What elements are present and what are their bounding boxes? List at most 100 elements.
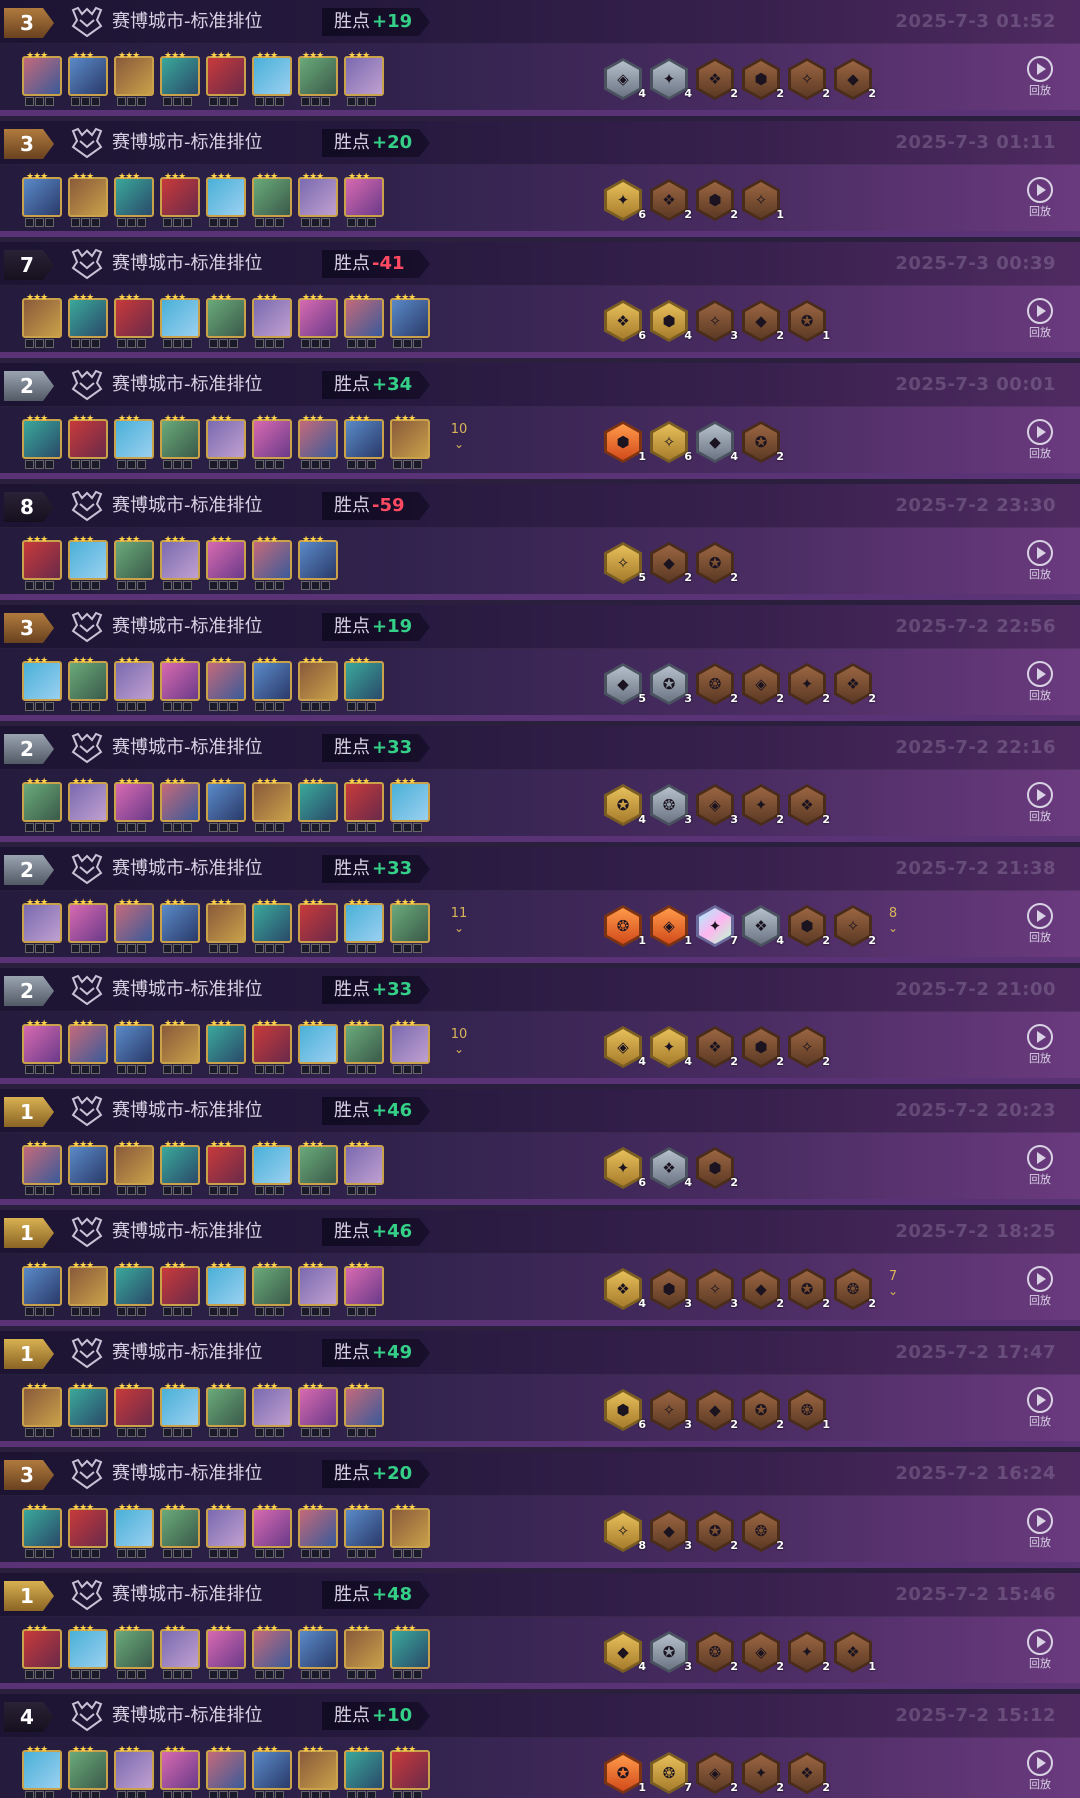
trait-badge[interactable]: ❖ 1 — [834, 1631, 876, 1675]
trait-badge[interactable]: ◆ 2 — [742, 300, 784, 344]
champion-portrait[interactable]: ★★★ — [206, 535, 246, 590]
trait-badge[interactable]: ✦ 7 — [696, 905, 738, 949]
champion-portrait[interactable]: ★★★ — [22, 898, 62, 953]
champion-portrait[interactable]: ★★★ — [390, 1019, 430, 1074]
champion-portrait[interactable]: ★★★ — [114, 656, 154, 711]
champion-portrait[interactable]: ★★★ — [160, 293, 200, 348]
champion-portrait[interactable]: ★★★ — [298, 898, 338, 953]
champion-portrait[interactable]: ★★★ — [68, 1019, 108, 1074]
champion-portrait[interactable]: ★★★ — [252, 1261, 292, 1316]
champion-portrait[interactable]: ★★★ — [344, 656, 384, 711]
trait-badge[interactable]: ✪ 2 — [788, 1268, 830, 1312]
champion-portrait[interactable]: ★★★ — [68, 51, 108, 106]
champion-portrait[interactable]: ★★★ — [390, 898, 430, 953]
champion-portrait[interactable]: ★★★ — [344, 293, 384, 348]
trait-badge[interactable]: ✪ 2 — [742, 1389, 784, 1433]
trait-badge[interactable]: ❖ 4 — [742, 905, 784, 949]
champion-portrait[interactable]: ★★★ — [22, 1019, 62, 1074]
champion-portrait[interactable]: ★★★ — [68, 535, 108, 590]
trait-badge[interactable]: ✦ 4 — [650, 58, 692, 102]
trait-badge[interactable]: ✪ 2 — [696, 1510, 738, 1554]
champion-portrait[interactable]: ★★★ — [252, 1503, 292, 1558]
trait-badge[interactable]: ❂ 2 — [696, 1631, 738, 1675]
champion-portrait[interactable]: ★★★ — [252, 1745, 292, 1798]
trait-badge[interactable]: ✧ 3 — [696, 300, 738, 344]
replay-button[interactable]: 回放 — [1022, 782, 1058, 828]
champion-portrait[interactable]: ★★★ — [344, 51, 384, 106]
champion-portrait[interactable]: ★★★ — [206, 1624, 246, 1679]
champion-portrait[interactable]: ★★★ — [344, 777, 384, 832]
trait-badge[interactable]: ❂ 2 — [742, 1510, 784, 1554]
champion-portrait[interactable]: ★★★ — [298, 656, 338, 711]
champion-portrait[interactable]: ★★★ — [298, 1382, 338, 1437]
trait-badge[interactable]: ◆ 2 — [742, 1268, 784, 1312]
champion-portrait[interactable]: ★★★ — [390, 777, 430, 832]
extra-units-expand[interactable]: 10 ⌄ — [444, 1028, 474, 1057]
replay-button[interactable]: 回放 — [1022, 419, 1058, 465]
champion-portrait[interactable]: ★★★ — [390, 414, 430, 469]
trait-badge[interactable]: ◈ 4 — [604, 58, 646, 102]
trait-badge[interactable]: ⬢ 4 — [650, 300, 692, 344]
trait-badge[interactable]: ⬢ 1 — [604, 421, 646, 465]
champion-portrait[interactable]: ★★★ — [206, 1261, 246, 1316]
trait-badge[interactable]: ✦ 2 — [788, 1631, 830, 1675]
replay-button[interactable]: 回放 — [1022, 1750, 1058, 1796]
champion-portrait[interactable]: ★★★ — [160, 1140, 200, 1195]
champion-portrait[interactable]: ★★★ — [114, 1261, 154, 1316]
match-row[interactable]: 1 赛博城市-标准排位 胜点 +48 2025-7-2 15:46 ★★★ ★★★ ★★★ ★★… — [0, 1573, 1080, 1689]
champion-portrait[interactable]: ★★★ — [160, 777, 200, 832]
trait-badge[interactable]: ✧ 1 — [742, 179, 784, 223]
champion-portrait[interactable]: ★★★ — [252, 1624, 292, 1679]
champion-portrait[interactable]: ★★★ — [68, 1745, 108, 1798]
trait-badge[interactable]: ◆ 2 — [650, 542, 692, 586]
champion-portrait[interactable]: ★★★ — [206, 1503, 246, 1558]
champion-portrait[interactable]: ★★★ — [114, 1140, 154, 1195]
champion-portrait[interactable]: ★★★ — [298, 1019, 338, 1074]
trait-badge[interactable]: ❖ 2 — [788, 1752, 830, 1796]
trait-badge[interactable]: ❂ 1 — [788, 1389, 830, 1433]
trait-badge[interactable]: ◈ 3 — [696, 784, 738, 828]
replay-button[interactable]: 回放 — [1022, 661, 1058, 707]
champion-portrait[interactable]: ★★★ — [114, 1745, 154, 1798]
trait-badge[interactable]: ◈ 2 — [742, 663, 784, 707]
champion-portrait[interactable]: ★★★ — [298, 1745, 338, 1798]
champion-portrait[interactable]: ★★★ — [206, 51, 246, 106]
champion-portrait[interactable]: ★★★ — [114, 1382, 154, 1437]
champion-portrait[interactable]: ★★★ — [160, 51, 200, 106]
champion-portrait[interactable]: ★★★ — [206, 898, 246, 953]
trait-badge[interactable]: ⬢ 3 — [650, 1268, 692, 1312]
trait-badge[interactable]: ⬢ 2 — [696, 1147, 738, 1191]
match-row[interactable]: 1 赛博城市-标准排位 胜点 +46 2025-7-2 18:25 ★★★ ★★★ ★★★ ★★… — [0, 1210, 1080, 1326]
trait-badge[interactable]: ✪ 3 — [650, 663, 692, 707]
trait-badge[interactable]: ◈ 4 — [604, 1026, 646, 1070]
champion-portrait[interactable]: ★★★ — [160, 414, 200, 469]
trait-badge[interactable]: ✧ 2 — [788, 1026, 830, 1070]
champion-portrait[interactable]: ★★★ — [114, 1019, 154, 1074]
champion-portrait[interactable]: ★★★ — [344, 172, 384, 227]
trait-badge[interactable]: ◆ 4 — [604, 1631, 646, 1675]
champion-portrait[interactable]: ★★★ — [206, 293, 246, 348]
trait-badge[interactable]: ✪ 1 — [788, 300, 830, 344]
champion-portrait[interactable]: ★★★ — [206, 1019, 246, 1074]
replay-button[interactable]: 回放 — [1022, 56, 1058, 102]
match-row[interactable]: 2 赛博城市-标准排位 胜点 +33 2025-7-2 21:38 ★★★ ★★★ ★★★ ★★… — [0, 847, 1080, 963]
match-row[interactable]: 1 赛博城市-标准排位 胜点 +49 2025-7-2 17:47 ★★★ ★★★ ★★★ ★★… — [0, 1331, 1080, 1447]
trait-badge[interactable]: ◆ 5 — [604, 663, 646, 707]
champion-portrait[interactable]: ★★★ — [22, 1745, 62, 1798]
champion-portrait[interactable]: ★★★ — [22, 777, 62, 832]
match-row[interactable]: 2 赛博城市-标准排位 胜点 +34 2025-7-3 00:01 ★★★ ★★★ ★★★ ★★… — [0, 363, 1080, 479]
champion-portrait[interactable]: ★★★ — [160, 656, 200, 711]
champion-portrait[interactable]: ★★★ — [22, 172, 62, 227]
trait-badge[interactable]: ✧ 3 — [696, 1268, 738, 1312]
champion-portrait[interactable]: ★★★ — [68, 1261, 108, 1316]
trait-badge[interactable]: ⬢ 2 — [742, 58, 784, 102]
trait-badge[interactable]: ◆ 4 — [696, 421, 738, 465]
champion-portrait[interactable]: ★★★ — [68, 172, 108, 227]
champion-portrait[interactable]: ★★★ — [22, 1261, 62, 1316]
champion-portrait[interactable]: ★★★ — [160, 898, 200, 953]
trait-badge[interactable]: ✪ 3 — [650, 1631, 692, 1675]
champion-portrait[interactable]: ★★★ — [22, 51, 62, 106]
trait-badge[interactable]: ❂ 1 — [604, 905, 646, 949]
replay-button[interactable]: 回放 — [1022, 1508, 1058, 1554]
champion-portrait[interactable]: ★★★ — [114, 898, 154, 953]
